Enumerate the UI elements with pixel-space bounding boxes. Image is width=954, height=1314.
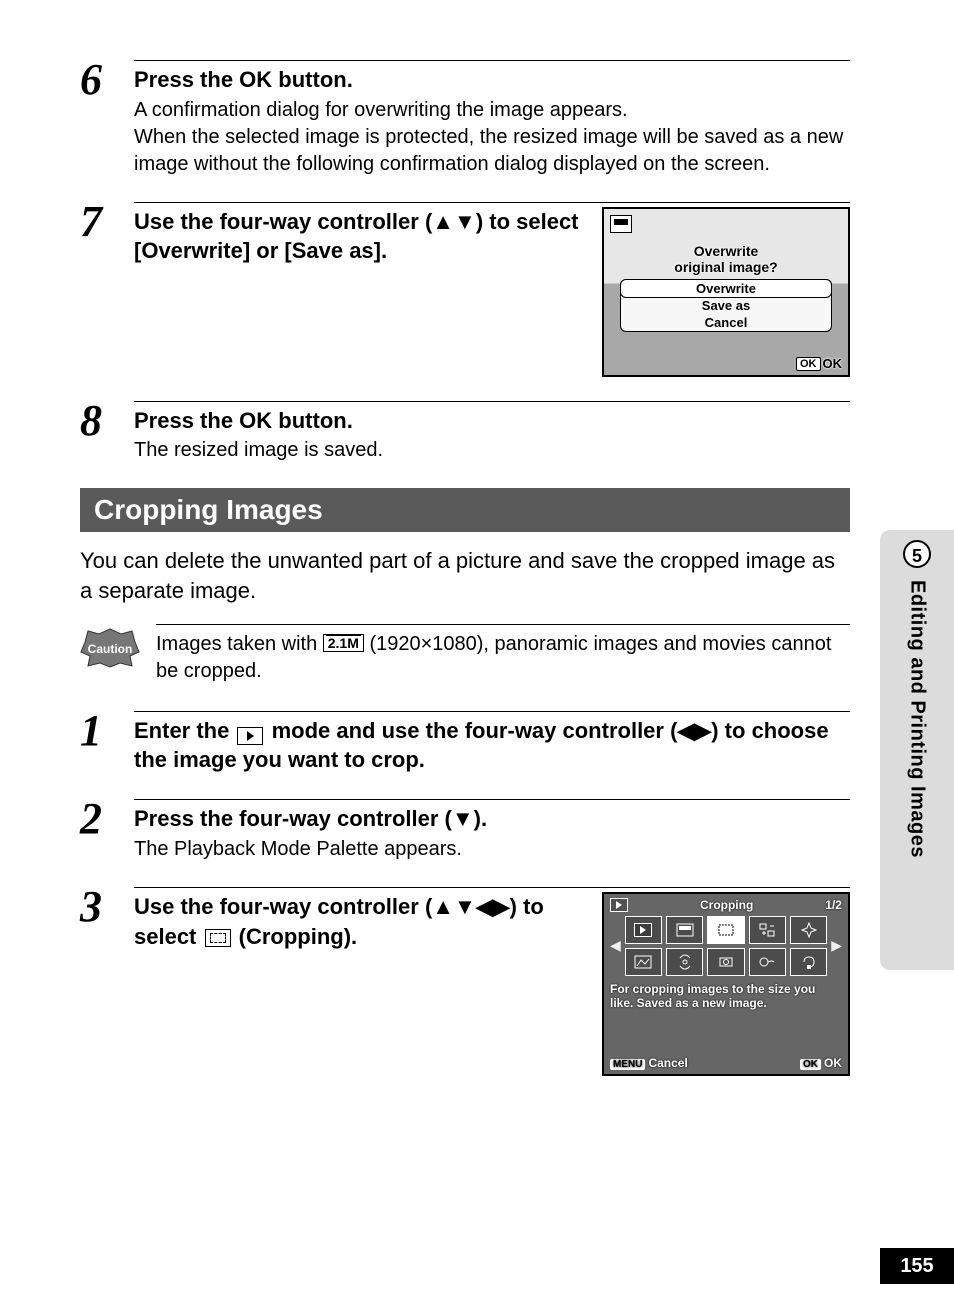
overwrite-dialog-figure: Overwrite original image? Overwrite Save… — [602, 207, 850, 377]
step-title: Press the OK button. — [134, 65, 850, 95]
arrow-left-icon: ◀ — [610, 937, 621, 954]
playback-icon — [634, 923, 652, 937]
step-description: A confirmation dialog for overwriting th… — [134, 97, 850, 178]
resize-icon — [610, 215, 632, 233]
step-6: 6 Press the OK button. A confirmation di… — [80, 60, 850, 178]
step-title: Press the four-way controller (▼). — [134, 804, 850, 834]
menu-cancel-hint: MENUCancel — [610, 1056, 688, 1070]
step-title: Press the OK button. — [134, 406, 850, 436]
caution-text: Images taken with 2.1M (1920×1080), pano… — [156, 624, 850, 685]
dialog-menu: Overwrite Save as Cancel — [620, 279, 832, 332]
step-8: 8 Press the OK button. The resized image… — [80, 401, 850, 465]
menu-badge-icon: MENU — [610, 1059, 645, 1070]
step-3: 3 Use the four-way controller (▲▼◀▶) to … — [80, 887, 850, 1076]
text: button. — [272, 408, 353, 433]
chapter-title: Editing and Printing Images — [906, 580, 929, 858]
palette-page: 1/2 — [825, 898, 842, 912]
palette-cell — [625, 916, 662, 944]
text: OK — [823, 356, 843, 371]
caution-icon: Caution — [80, 628, 140, 668]
step-description: The Playback Mode Palette appears. — [134, 836, 850, 863]
chapter-number: 5 — [903, 540, 931, 568]
step-7: 7 Use the four-way controller (▲▼) to se… — [80, 202, 850, 377]
text: original image? — [674, 259, 777, 275]
palette-cell — [666, 948, 703, 976]
palette-cell-selected — [707, 916, 744, 944]
content: 6 Press the OK button. A confirmation di… — [80, 60, 850, 1076]
page: 6 Press the OK button. A confirmation di… — [0, 0, 954, 1314]
text: Cancel — [648, 1056, 687, 1070]
palette-description: For cropping images to the size you like… — [610, 982, 842, 1011]
text: OK — [824, 1056, 842, 1070]
palette-grid — [625, 916, 827, 976]
palette-cell — [625, 948, 662, 976]
step-number: 2 — [80, 797, 134, 841]
chapter-tab: 5 Editing and Printing Images — [880, 530, 954, 970]
step-title: Enter the mode and use the four-way cont… — [134, 716, 850, 775]
ok-hint: OKOK — [796, 356, 842, 371]
step-number: 7 — [80, 200, 134, 244]
palette-title: Cropping — [700, 898, 753, 912]
palette-cell — [749, 948, 786, 976]
ok-label: OK — [239, 67, 272, 92]
playback-icon — [610, 898, 628, 912]
palette-figure: Cropping 1/2 ◀ — [602, 892, 850, 1076]
text: Enter the — [134, 718, 235, 743]
right-margin: 5 Editing and Printing Images 155 — [880, 0, 954, 1314]
step-description: The resized image is saved. — [134, 437, 850, 464]
palette-cell — [749, 916, 786, 944]
palette-cell — [666, 916, 703, 944]
section-intro: You can delete the unwanted part of a pi… — [80, 546, 850, 605]
text: Overwrite — [694, 243, 759, 259]
menu-option-save-as: Save as — [621, 297, 831, 314]
text: Press the — [134, 67, 239, 92]
step-number: 8 — [80, 399, 134, 443]
dialog-prompt: Overwrite original image? — [610, 243, 842, 275]
section-heading: Cropping Images — [80, 488, 850, 532]
palette-cell — [707, 948, 744, 976]
ok-badge-icon: OK — [796, 357, 821, 371]
caution-block: Caution Images taken with 2.1M (1920×108… — [80, 624, 850, 685]
step-2: 2 Press the four-way controller (▼). The… — [80, 799, 850, 863]
step-title: Use the four-way controller (▲▼) to sele… — [134, 207, 584, 266]
palette-cell — [790, 916, 827, 944]
arrow-right-icon: ▶ — [831, 937, 842, 954]
ok-badge-icon: OK — [800, 1059, 821, 1070]
ok-hint: OKOK — [800, 1056, 842, 1070]
step-number: 1 — [80, 709, 134, 753]
page-number: 155 — [880, 1248, 954, 1284]
caution-label: Caution — [88, 642, 133, 656]
palette-cell — [790, 948, 827, 976]
menu-option-cancel: Cancel — [621, 314, 831, 331]
text: button. — [272, 67, 353, 92]
ok-label: OK — [239, 408, 272, 433]
cropping-icon — [205, 929, 231, 947]
step-1: 1 Enter the mode and use the four-way co… — [80, 711, 850, 775]
menu-option-overwrite: Overwrite — [620, 279, 832, 298]
text: Images taken with — [156, 633, 323, 655]
step-title: Use the four-way controller (▲▼◀▶) to se… — [134, 892, 584, 951]
step-number: 6 — [80, 58, 134, 102]
resolution-badge: 2.1M — [323, 634, 364, 652]
playback-icon — [237, 727, 263, 745]
step-number: 3 — [80, 885, 134, 929]
text: (Cropping). — [233, 924, 358, 949]
text: Press the — [134, 408, 239, 433]
